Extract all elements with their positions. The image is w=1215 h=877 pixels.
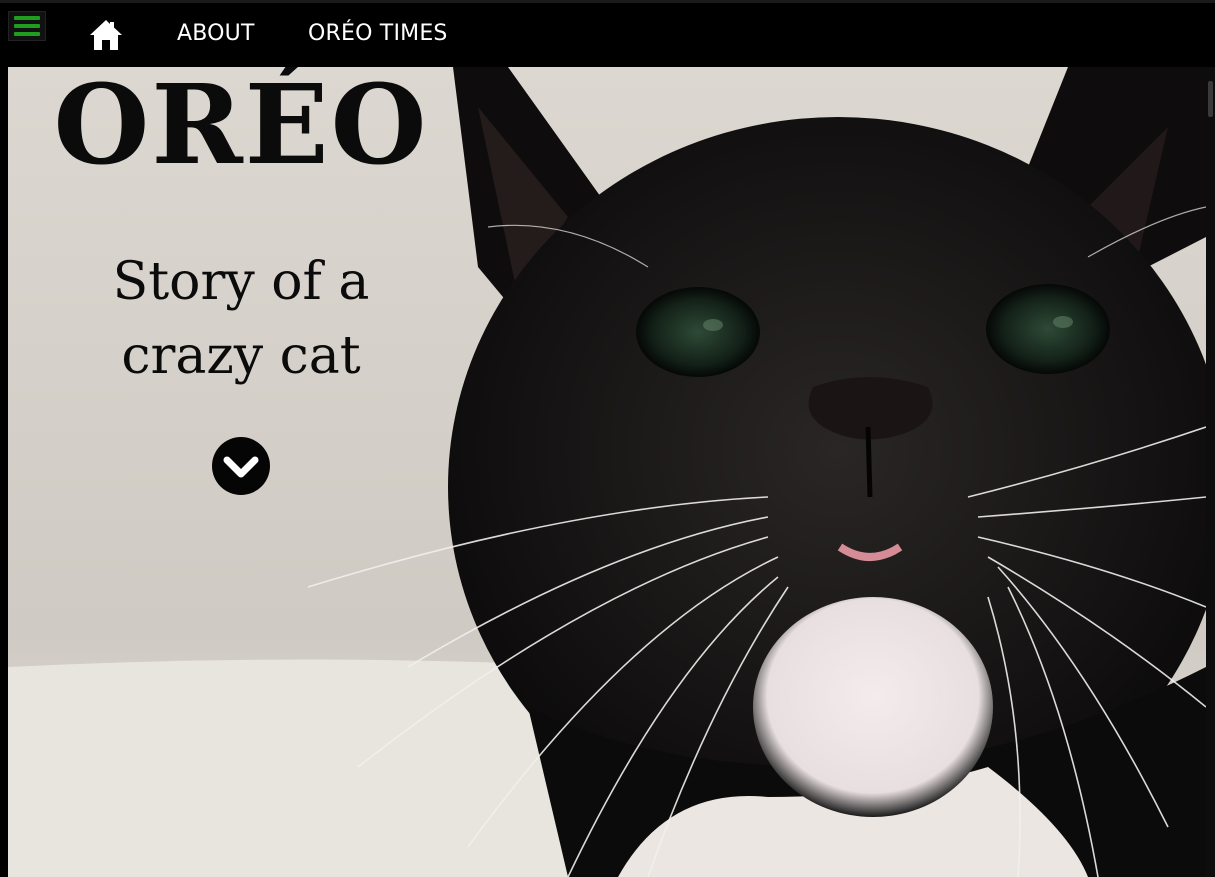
menu-bar xyxy=(14,24,40,28)
menu-bar xyxy=(14,32,40,36)
chevron-down-icon xyxy=(223,456,259,478)
menu-bar xyxy=(14,16,40,20)
home-icon-glyph xyxy=(90,20,122,50)
top-navbar: ABOUT ORÉO TIMES xyxy=(0,0,1215,67)
hero-subtitle: Story of a crazy cat xyxy=(112,252,370,386)
vertical-scrollbar[interactable] xyxy=(1206,67,1215,877)
hamburger-icon[interactable] xyxy=(8,11,46,41)
hero-section: ORÉO Story of a crazy cat xyxy=(8,67,1206,877)
nav-link-oreo-times[interactable]: ORÉO TIMES xyxy=(308,21,448,46)
scrollbar-thumb[interactable] xyxy=(1208,81,1213,117)
home-icon[interactable] xyxy=(89,18,123,52)
hero-title: ORÉO xyxy=(53,67,429,189)
chevron-down-circle-icon[interactable] xyxy=(212,437,270,495)
nav-link-about[interactable]: ABOUT xyxy=(177,21,255,46)
